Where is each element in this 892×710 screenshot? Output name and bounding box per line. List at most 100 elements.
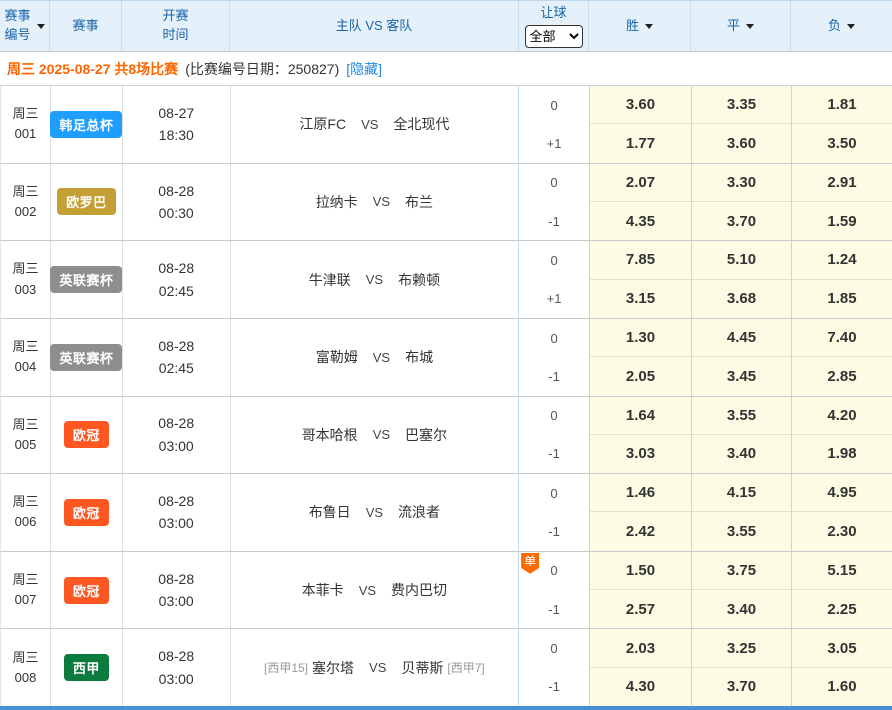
odds-line-bottom: 4.30 3.70 1.60 bbox=[589, 668, 892, 706]
odds-draw-cell[interactable]: 3.40 bbox=[691, 435, 791, 473]
column-header-lose[interactable]: 负 bbox=[791, 1, 892, 51]
time-cell: 08-27 18:30 bbox=[123, 86, 231, 163]
handicap-filter-select[interactable]: 全部 bbox=[525, 25, 583, 48]
odds-line-bottom: 3.15 3.68 1.85 bbox=[589, 280, 892, 318]
odds-win-cell[interactable]: 7.85 bbox=[589, 241, 691, 279]
odds-win-cell[interactable]: 4.30 bbox=[589, 668, 691, 706]
handicap-label: 让球 bbox=[540, 4, 566, 23]
odds-draw-cell[interactable]: 3.55 bbox=[691, 397, 791, 435]
odds-draw-cell[interactable]: 4.15 bbox=[691, 474, 791, 512]
odds-lose-cell[interactable]: 2.85 bbox=[791, 357, 892, 395]
odds-win-cell[interactable]: 1.64 bbox=[589, 397, 691, 435]
odds-line-top: 1.46 4.15 4.95 bbox=[589, 474, 892, 512]
home-team: 江原FC bbox=[299, 114, 346, 134]
away-team: 巴塞尔 bbox=[405, 425, 447, 445]
odds-lose-cell[interactable]: 3.05 bbox=[791, 629, 892, 667]
odds-draw-cell[interactable]: 3.70 bbox=[691, 668, 791, 706]
odds-win-cell[interactable]: 1.46 bbox=[589, 474, 691, 512]
bottom-scroll-bar[interactable] bbox=[0, 706, 892, 710]
odds-draw-cell[interactable]: 3.68 bbox=[691, 280, 791, 318]
odds-win-cell[interactable]: 3.15 bbox=[589, 280, 691, 318]
vs-label: VS bbox=[366, 272, 383, 287]
odds-lose-cell[interactable]: 3.50 bbox=[791, 124, 892, 162]
odds-line-top: 1.50 3.75 5.15 bbox=[589, 552, 892, 590]
odds-draw-cell[interactable]: 4.45 bbox=[691, 319, 791, 357]
odds-lose-cell[interactable]: 2.25 bbox=[791, 590, 892, 628]
odds-win-cell[interactable]: 2.05 bbox=[589, 357, 691, 395]
odds-win-cell[interactable]: 2.07 bbox=[589, 164, 691, 202]
odds-draw-cell[interactable]: 5.10 bbox=[691, 241, 791, 279]
teams-cell: 牛津联 VS 布赖顿 bbox=[231, 241, 519, 318]
match-no: 005 bbox=[15, 435, 37, 455]
odds-lose-cell[interactable]: 1.60 bbox=[791, 668, 892, 706]
odds-draw-cell[interactable]: 3.60 bbox=[691, 124, 791, 162]
odds-lose-cell[interactable]: 1.59 bbox=[791, 202, 892, 240]
match-row: 周三 001 韩足总杯 08-27 18:30 江原FC VS 全北现代 单 0… bbox=[0, 86, 892, 164]
odds-block: 1.64 3.55 4.20 3.03 3.40 1.98 bbox=[589, 397, 892, 474]
home-team: 拉纳卡 bbox=[316, 192, 358, 212]
odds-block: 1.30 4.45 7.40 2.05 3.45 2.85 bbox=[589, 319, 892, 396]
home-team: 塞尔塔 bbox=[312, 658, 354, 678]
teams-cell: 富勒姆 VS 布城 bbox=[231, 319, 519, 396]
sort-triangle-icon[interactable] bbox=[37, 24, 45, 29]
odds-win-cell[interactable]: 1.50 bbox=[589, 552, 691, 590]
odds-draw-cell[interactable]: 3.40 bbox=[691, 590, 791, 628]
hide-link[interactable]: [隐藏] bbox=[346, 59, 382, 79]
odds-draw-cell[interactable]: 3.75 bbox=[691, 552, 791, 590]
column-header-match-no[interactable]: 赛事 编号 bbox=[0, 1, 50, 51]
odds-draw-cell[interactable]: 3.70 bbox=[691, 202, 791, 240]
odds-lose-cell[interactable]: 5.15 bbox=[791, 552, 892, 590]
odds-line-bottom: 1.77 3.60 3.50 bbox=[589, 124, 892, 162]
match-number-cell: 周三 002 bbox=[1, 164, 51, 241]
odds-lose-cell[interactable]: 1.98 bbox=[791, 435, 892, 473]
match-row: 周三 004 英联赛杯 08-28 02:45 富勒姆 VS 布城 单 0 -1… bbox=[0, 319, 892, 397]
odds-lose-cell[interactable]: 4.95 bbox=[791, 474, 892, 512]
match-number-cell: 周三 004 bbox=[1, 319, 51, 396]
odds-win-cell[interactable]: 3.03 bbox=[589, 435, 691, 473]
sort-triangle-icon[interactable] bbox=[847, 24, 855, 29]
odds-win-cell[interactable]: 3.60 bbox=[589, 86, 691, 124]
odds-win-cell[interactable]: 4.35 bbox=[589, 202, 691, 240]
odds-draw-cell[interactable]: 3.45 bbox=[691, 357, 791, 395]
vs-label: VS bbox=[361, 117, 378, 132]
handicap-cell: 单 0 -1 bbox=[519, 552, 589, 629]
match-date: 08-28 bbox=[158, 335, 194, 357]
sort-triangle-icon[interactable] bbox=[645, 24, 653, 29]
odds-win-cell[interactable]: 2.03 bbox=[589, 629, 691, 667]
odds-lose-cell[interactable]: 7.40 bbox=[791, 319, 892, 357]
match-day: 周三 bbox=[12, 182, 38, 202]
odds-lose-cell[interactable]: 2.30 bbox=[791, 512, 892, 550]
handicap-value-top: 0 bbox=[550, 164, 557, 202]
odds-win-cell[interactable]: 1.30 bbox=[589, 319, 691, 357]
column-header-win[interactable]: 胜 bbox=[589, 1, 691, 51]
column-header-draw[interactable]: 平 bbox=[691, 1, 791, 51]
match-date: 08-28 bbox=[158, 180, 194, 202]
day-note: (比赛编号日期：250827) bbox=[185, 59, 339, 79]
odds-block: 1.50 3.75 5.15 2.57 3.40 2.25 bbox=[589, 552, 892, 629]
match-date: 08-28 bbox=[158, 490, 194, 512]
odds-win-cell[interactable]: 2.42 bbox=[589, 512, 691, 550]
odds-win-cell[interactable]: 1.77 bbox=[589, 124, 691, 162]
odds-win-cell[interactable]: 2.57 bbox=[589, 590, 691, 628]
day-summary: 周三 2025-08-27 共8场比赛 bbox=[7, 59, 178, 79]
odds-lose-cell[interactable]: 1.85 bbox=[791, 280, 892, 318]
match-day: 周三 bbox=[12, 492, 38, 512]
odds-lose-cell[interactable]: 2.91 bbox=[791, 164, 892, 202]
odds-draw-cell[interactable]: 3.25 bbox=[691, 629, 791, 667]
odds-draw-cell[interactable]: 3.35 bbox=[691, 86, 791, 124]
match-date: 08-28 bbox=[158, 257, 194, 279]
odds-block: 1.46 4.15 4.95 2.42 3.55 2.30 bbox=[589, 474, 892, 551]
odds-lose-cell[interactable]: 1.24 bbox=[791, 241, 892, 279]
odds-lose-cell[interactable]: 1.81 bbox=[791, 86, 892, 124]
odds-lose-cell[interactable]: 4.20 bbox=[791, 397, 892, 435]
odds-draw-cell[interactable]: 3.30 bbox=[691, 164, 791, 202]
league-cell: 韩足总杯 bbox=[51, 86, 123, 163]
away-rank: [西甲7] bbox=[447, 659, 484, 676]
teams-cell: 哥本哈根 VS 巴塞尔 bbox=[231, 397, 520, 474]
handicap-value-top: 0 bbox=[550, 552, 557, 590]
sort-triangle-icon[interactable] bbox=[746, 24, 754, 29]
match-number-cell: 周三 006 bbox=[1, 474, 51, 551]
odds-draw-cell[interactable]: 3.55 bbox=[691, 512, 791, 550]
odds-block: 2.03 3.25 3.05 4.30 3.70 1.60 bbox=[589, 629, 892, 706]
match-no: 002 bbox=[15, 202, 37, 222]
